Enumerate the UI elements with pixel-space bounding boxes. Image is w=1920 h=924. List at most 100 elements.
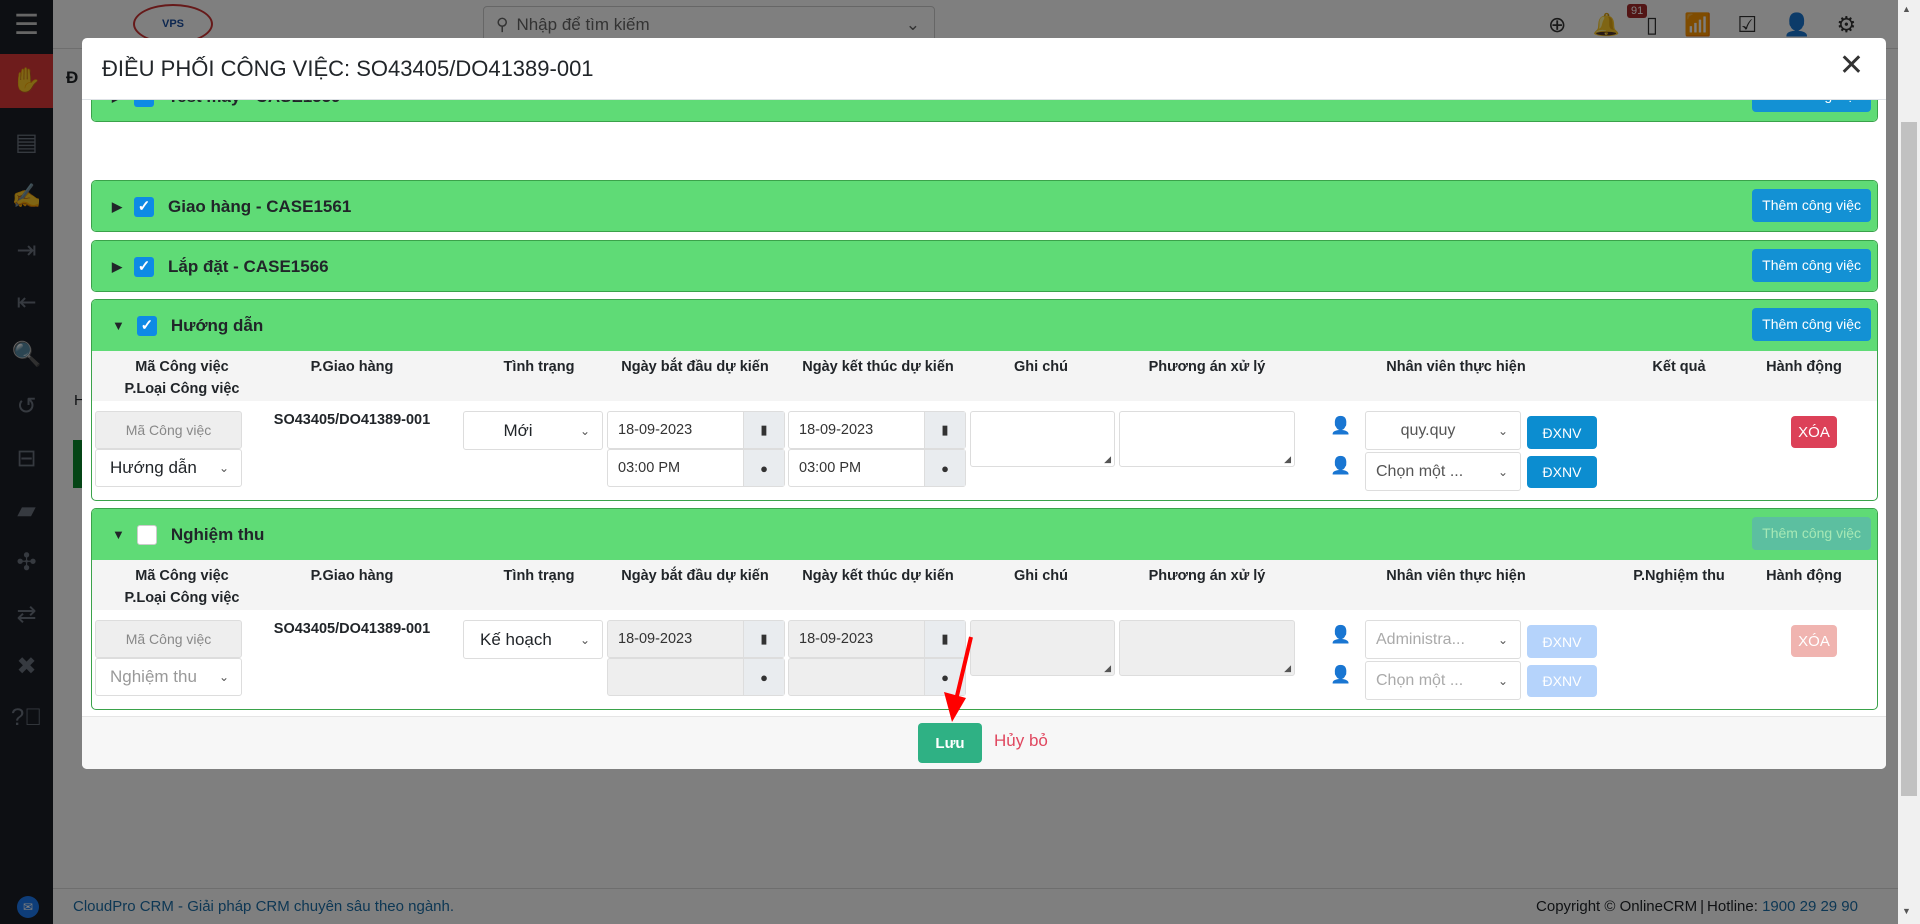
column-header-staff: Nhân viên thực hiện (1386, 568, 1526, 584)
clock-icon[interactable]: ● (743, 659, 784, 695)
clock-icon[interactable]: ● (924, 450, 965, 486)
note-textarea[interactable]: ◢ (970, 620, 1115, 676)
chevron-down-icon: ⌄ (1497, 632, 1508, 647)
group-label: Giao hàng - CASE1561 (168, 196, 352, 216)
column-header-extra: Kết quả (1652, 359, 1706, 375)
column-header-extra: P.Nghiệm thu (1633, 568, 1725, 584)
add-task-button[interactable]: Thêm công việc (1752, 249, 1871, 282)
column-header-action: Hành động (1766, 568, 1842, 584)
caret-down-icon[interactable]: ▼ (112, 527, 125, 542)
column-header-delivery: P.Giao hàng (310, 568, 394, 584)
status-select[interactable]: Kế hoạch ⌄ (463, 620, 603, 659)
add-task-button[interactable]: Thêm công việc (1752, 308, 1871, 341)
assign-staff-button[interactable]: ĐXNV (1527, 416, 1597, 449)
secondary-staff-select[interactable]: Chọn một ... ⌄ (1365, 661, 1521, 700)
secondary-staff-select[interactable]: Chọn một ... ⌄ (1365, 452, 1521, 491)
caret-right-icon[interactable]: ▶ (112, 259, 122, 275)
column-header-note: Ghi chú (1014, 568, 1068, 584)
user-icon: 👤 (1330, 665, 1352, 684)
column-header-delivery: P.Giao hàng (310, 359, 394, 375)
chevron-down-icon: ⌄ (1497, 673, 1508, 688)
table-header: Mã Công việc P.Loại Công việc P.Giao hàng T… (92, 351, 1877, 401)
chevron-down-icon: ⌄ (1497, 464, 1508, 479)
resize-handle-icon[interactable]: ◢ (1284, 663, 1291, 674)
resize-handle-icon[interactable]: ◢ (1284, 454, 1291, 465)
caret-down-icon[interactable]: ▼ (112, 318, 125, 333)
plan-textarea[interactable]: ◢ (1119, 620, 1295, 676)
note-textarea[interactable]: ◢ (970, 411, 1115, 467)
group-label: Hướng dẫn (170, 315, 264, 335)
add-task-button[interactable]: Thêm công việc (1752, 189, 1871, 222)
column-header-end: Ngày kết thúc dự kiến (802, 359, 954, 375)
clock-icon[interactable]: ● (743, 450, 784, 486)
close-icon[interactable]: ✕ (1839, 48, 1864, 83)
column-header-start: Ngày bắt đầu dự kiến (621, 568, 769, 584)
task-code-input[interactable]: Mã Công việc (95, 411, 242, 449)
caret-right-icon[interactable]: ▶ (112, 100, 122, 105)
group-checkbox[interactable]: ✓ (134, 196, 154, 217)
task-group-collapsed: ▶ ✓ Giao hàng - CASE1561 Thêm công việc (91, 180, 1878, 232)
column-header-end: Ngày kết thúc dự kiến (802, 568, 954, 584)
page-scrollbar[interactable]: ▲ ▼ (1898, 0, 1920, 924)
primary-staff-select[interactable]: quy.quy ⌄ (1365, 411, 1521, 450)
resize-handle-icon[interactable]: ◢ (1104, 454, 1111, 465)
group-header[interactable]: ▼ Nghiệm thu Thêm công việc (92, 509, 1877, 560)
assign-staff-button[interactable]: ĐXNV (1527, 625, 1597, 658)
start-date-input[interactable]: 18-09-2023 ▮ (607, 411, 785, 449)
group-header[interactable]: ▶ ✓ Giao hàng - CASE1561 Thêm công việc (92, 181, 1877, 231)
chevron-down-icon: ⌄ (579, 423, 590, 438)
cancel-button[interactable]: Hủy bỏ (994, 731, 1048, 751)
group-checkbox[interactable]: ✓ (134, 256, 154, 277)
start-time-input[interactable]: ● (607, 658, 785, 696)
task-code-input[interactable]: Mã Công việc (95, 620, 242, 658)
end-date-input[interactable]: 18-09-2023 ▮ (788, 411, 966, 449)
task-type-select[interactable]: Nghiệm thu ⌄ (95, 658, 242, 696)
delete-button[interactable]: XÓA (1791, 416, 1837, 448)
column-header-status: Tình trạng (503, 568, 575, 584)
delete-button[interactable]: XÓA (1791, 625, 1837, 657)
start-time-input[interactable]: 03:00 PM ● (607, 449, 785, 487)
primary-staff-select[interactable]: Administra... ⌄ (1365, 620, 1521, 659)
group-header[interactable]: ▶ ✓ Lắp đặt - CASE1566 Thêm công việc (92, 241, 1877, 291)
column-header-plan: Phương án xử lý (1148, 359, 1266, 375)
modal-body: ▶ ✓ Test máy - CASE1559 Thêm công việc ▶… (82, 100, 1886, 716)
group-checkbox[interactable] (136, 524, 157, 545)
caret-right-icon[interactable]: ▶ (112, 199, 122, 215)
chevron-down-icon: ⌄ (218, 461, 229, 475)
end-time-input[interactable]: 03:00 PM ● (788, 449, 966, 487)
add-task-button[interactable]: Thêm công việc (1752, 517, 1871, 550)
user-icon: 👤 (1330, 416, 1352, 435)
table-header: Mã Công việc P.Loại Công việc P.Giao hàng T… (92, 560, 1877, 610)
delivery-code: SO43405/DO41389-001 (273, 412, 431, 428)
column-header-code1: Mã Công việc P.Loại Công việc (124, 568, 240, 606)
calendar-icon[interactable]: ▮ (743, 412, 784, 448)
group-label: Lắp đặt - CASE1566 (168, 256, 329, 276)
task-group-collapsed: ▶ ✓ Test máy - CASE1559 Thêm công việc (91, 100, 1878, 122)
group-label: Test máy - CASE1559 (168, 100, 341, 107)
calendar-icon[interactable]: ▮ (743, 621, 784, 657)
chevron-down-icon: ⌄ (579, 632, 590, 647)
assign-staff-button[interactable]: ĐXNV (1527, 665, 1597, 697)
column-header-code1: Mã Công việc P.Loại Công việc (124, 359, 240, 397)
column-header-plan: Phương án xử lý (1148, 568, 1266, 584)
status-select[interactable]: Mới ⌄ (463, 411, 603, 450)
task-group: ▼ ✓ Hướng dẫn Thêm công việc Mã Công việ… (91, 299, 1878, 501)
resize-handle-icon[interactable]: ◢ (1104, 663, 1111, 674)
group-checkbox[interactable]: ✓ (136, 315, 157, 336)
plan-textarea[interactable]: ◢ (1119, 411, 1295, 467)
chevron-down-icon: ⌄ (218, 670, 229, 684)
start-date-input[interactable]: 18-09-2023 ▮ (607, 620, 785, 658)
group-checkbox[interactable]: ✓ (134, 100, 154, 107)
group-header[interactable]: ▼ ✓ Hướng dẫn Thêm công việc (92, 300, 1877, 351)
assign-staff-button[interactable]: ĐXNV (1527, 456, 1597, 488)
column-header-action: Hành động (1766, 359, 1842, 375)
group-header[interactable]: ▶ ✓ Test máy - CASE1559 Thêm công việc (92, 100, 1877, 121)
group-label: Nghiệm thu (170, 524, 265, 544)
user-icon: 👤 (1330, 456, 1352, 475)
scrollbar-thumb[interactable] (1901, 122, 1917, 796)
task-type-select[interactable]: Hướng dẫn ⌄ (95, 449, 242, 487)
modal-title: ĐIỀU PHỐI CÔNG VIỆC: SO43405/DO41389-001 (102, 55, 594, 81)
add-task-button[interactable]: Thêm công việc (1752, 100, 1871, 112)
column-header-note: Ghi chú (1014, 359, 1068, 375)
calendar-icon[interactable]: ▮ (924, 412, 965, 448)
